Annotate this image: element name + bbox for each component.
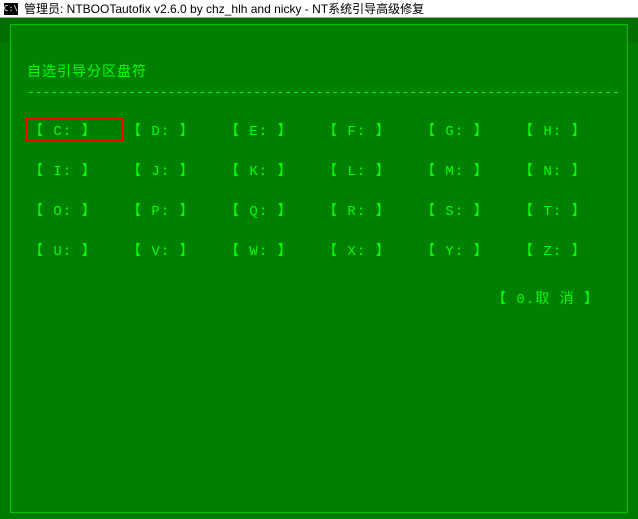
- drive-option[interactable]: 【 J: 】: [123, 158, 221, 182]
- drive-option[interactable]: 【 N: 】: [515, 158, 613, 182]
- window-title-bar: C:\ 管理员: NTBOOTautofix v2.6.0 by chz_hlh…: [0, 0, 638, 18]
- drive-option[interactable]: 【 T: 】: [515, 198, 613, 222]
- drive-option[interactable]: 【 O: 】: [25, 198, 123, 222]
- drive-option[interactable]: 【 W: 】: [221, 238, 319, 262]
- drive-option[interactable]: 【 G: 】: [417, 118, 515, 142]
- drive-grid: 【 C: 】【 D: 】【 E: 】【 F: 】【 G: 】【 H: 】【 I:…: [25, 118, 613, 262]
- cmd-icon: C:\: [4, 3, 18, 15]
- drive-option[interactable]: 【 E: 】: [221, 118, 319, 142]
- drive-option[interactable]: 【 C: 】: [25, 118, 123, 142]
- cancel-button[interactable]: 【 0.取 消 】: [492, 288, 599, 308]
- drive-option[interactable]: 【 U: 】: [25, 238, 123, 262]
- cancel-row: 【 0.取 消 】: [19, 288, 599, 308]
- drive-option[interactable]: 【 S: 】: [417, 198, 515, 222]
- drive-option[interactable]: 【 M: 】: [417, 158, 515, 182]
- divider-line: ----------------------------------------…: [27, 85, 619, 100]
- drive-option[interactable]: 【 Y: 】: [417, 238, 515, 262]
- drive-option[interactable]: 【 Z: 】: [515, 238, 613, 262]
- drive-option[interactable]: 【 P: 】: [123, 198, 221, 222]
- drive-option[interactable]: 【 R: 】: [319, 198, 417, 222]
- drive-option[interactable]: 【 X: 】: [319, 238, 417, 262]
- drive-option[interactable]: 【 Q: 】: [221, 198, 319, 222]
- drive-option[interactable]: 【 F: 】: [319, 118, 417, 142]
- window-title: 管理员: NTBOOTautofix v2.6.0 by chz_hlh and…: [24, 0, 424, 17]
- drive-option[interactable]: 【 V: 】: [123, 238, 221, 262]
- drive-option[interactable]: 【 I: 】: [25, 158, 123, 182]
- drive-option[interactable]: 【 D: 】: [123, 118, 221, 142]
- drive-option[interactable]: 【 L: 】: [319, 158, 417, 182]
- prompt-title: 自选引导分区盘符: [27, 61, 619, 81]
- drive-option[interactable]: 【 K: 】: [221, 158, 319, 182]
- drive-option[interactable]: 【 H: 】: [515, 118, 613, 142]
- console-window: 自选引导分区盘符 -------------------------------…: [10, 24, 628, 513]
